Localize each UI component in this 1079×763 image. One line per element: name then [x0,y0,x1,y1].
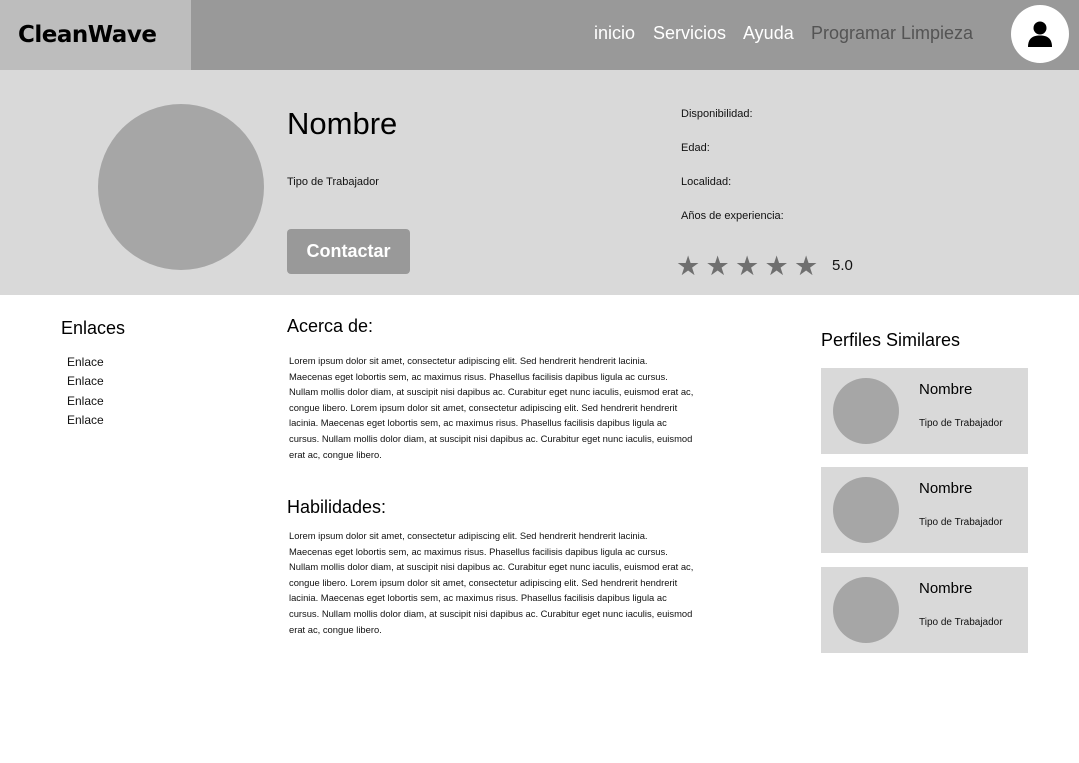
skills-line: Lorem ipsum dolor sit amet, consectetur … [289,530,648,541]
similar-profile-type: Tipo de Trabajador [919,418,1003,429]
similar-profile-photo [833,378,899,444]
rating-value: 5.0 [832,257,853,274]
similar-profile-card[interactable]: Nombre Tipo de Trabajador [821,368,1028,454]
user-profile-button[interactable] [1011,5,1069,63]
similar-profile-name: Nombre [919,381,973,398]
profile-header: Nombre Tipo de Trabajador Contactar Disp… [0,70,1079,295]
detail-location: Localidad: [681,176,732,188]
profile-worker-type: Tipo de Trabajador [287,176,379,188]
logo[interactable]: CleanWave [18,22,157,48]
profile-photo [98,104,264,270]
top-navigation-bar: CleanWave inicio Servicios Ayuda Program… [0,0,1079,70]
nav-link-ayuda[interactable]: Ayuda [743,20,794,46]
nav-link-servicios[interactable]: Servicios [653,20,726,46]
rating-stars: ★ ★ ★ ★ ★ [676,250,824,282]
skills-title: Habilidades: [287,497,387,517]
about-line: Lorem ipsum dolor sit amet, consectetur … [289,355,648,366]
about-text: Lorem ipsum dolor sit amet, consectetur … [289,353,759,462]
skills-line: erat ac, congue libero. [289,623,382,635]
about-line: congue libero. Lorem ipsum dolor sit ame… [289,401,678,413]
link-item[interactable]: Enlace [67,355,104,369]
user-icon [1028,21,1052,47]
star-icon: ★ [764,251,789,281]
nav-link-programar-limpieza[interactable]: Programar Limpieza [811,20,973,46]
skills-line: Maecenas eget lobortis sem, ac maximus r… [289,545,668,557]
about-line: erat ac, congue libero. [289,448,382,460]
star-icon: ★ [705,251,730,281]
links-title: Enlaces [61,318,126,338]
link-item[interactable]: Enlace [67,394,104,408]
similar-profile-card[interactable]: Nombre Tipo de Trabajador [821,467,1028,553]
profile-name: Nombre [287,106,398,141]
nav-link-inicio[interactable]: inicio [594,20,635,46]
link-item[interactable]: Enlace [67,374,104,388]
similar-profile-type: Tipo de Trabajador [919,617,1003,628]
logo-box[interactable]: CleanWave [0,0,191,70]
detail-availability: Disponibilidad: [681,108,753,120]
detail-experience: Años de experiencia: [681,210,784,222]
about-line: Maecenas eget lobortis sem, ac maximus r… [289,370,668,382]
similar-profile-photo [833,577,899,643]
skills-line: congue libero. Lorem ipsum dolor sit ame… [289,576,678,588]
detail-age: Edad: [681,142,710,154]
skills-line: cursus. Nullam mollis dolor diam, at sus… [289,607,693,619]
similar-profile-card[interactable]: Nombre Tipo de Trabajador [821,567,1028,653]
contact-button[interactable]: Contactar [287,229,410,274]
star-icon: ★ [794,251,819,281]
about-title: Acerca de: [287,316,374,336]
about-line: cursus. Nullam mollis dolor diam, at sus… [289,432,693,444]
similar-profile-name: Nombre [919,580,973,597]
similar-profile-name: Nombre [919,480,973,497]
star-icon: ★ [735,251,760,281]
similar-profiles-title: Perfiles Similares [821,330,961,350]
similar-profile-photo [833,477,899,543]
skills-text: Lorem ipsum dolor sit amet, consectetur … [289,528,759,637]
about-line: lacinia. Maecenas eget lobortis sem, ac … [289,417,667,429]
skills-line: lacinia. Maecenas eget lobortis sem, ac … [289,592,667,604]
about-line: Nullam mollis dolor diam, at suscipit ni… [289,386,694,398]
similar-profile-type: Tipo de Trabajador [919,517,1003,528]
link-item[interactable]: Enlace [67,413,104,427]
star-icon: ★ [676,251,701,281]
skills-line: Nullam mollis dolor diam, at suscipit ni… [289,561,694,573]
